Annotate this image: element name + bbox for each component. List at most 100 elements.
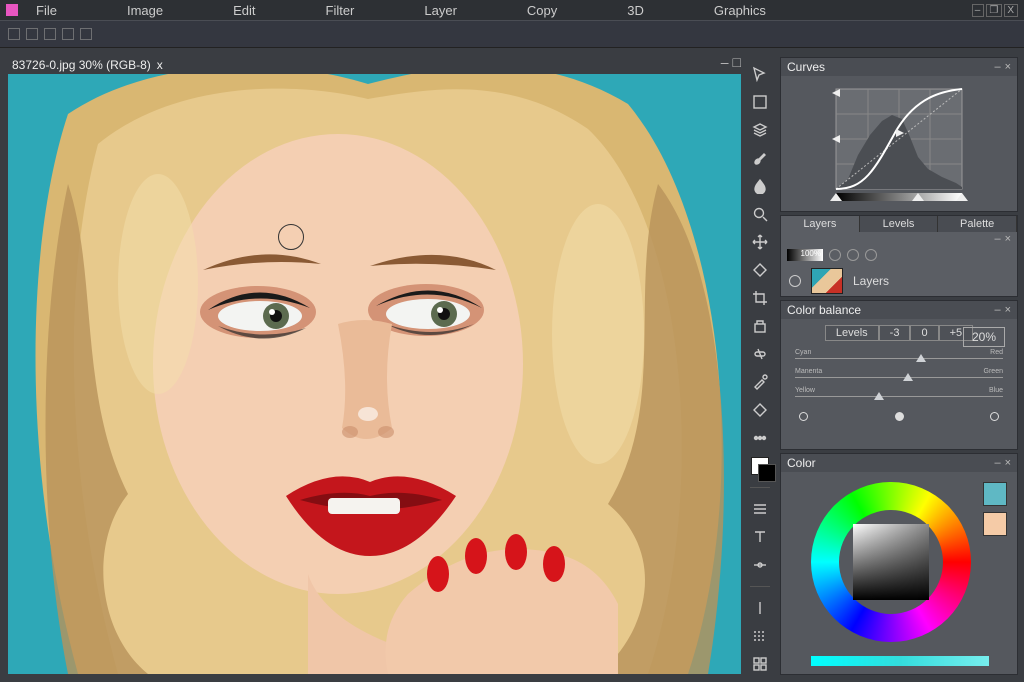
doc-minimize-icon[interactable]: –	[721, 56, 729, 72]
move-tool-icon[interactable]	[751, 65, 769, 83]
shadows-dot[interactable]	[799, 412, 808, 421]
menu-image[interactable]: Image	[127, 3, 163, 18]
sv-box[interactable]	[853, 524, 929, 600]
panel-title: Curves	[787, 60, 825, 74]
panel-title-bar[interactable]: Color –×	[781, 454, 1017, 472]
opacity-input[interactable]: 100%	[787, 249, 823, 261]
eraser-tool-icon[interactable]	[751, 401, 769, 419]
marquee-tool-icon[interactable]	[751, 93, 769, 111]
brush-cursor-icon	[278, 224, 304, 250]
panel-title: Color	[787, 456, 816, 470]
clone-tool-icon[interactable]	[751, 317, 769, 335]
bucket-tool-icon[interactable]	[751, 261, 769, 279]
crop-tool-icon[interactable]	[751, 289, 769, 307]
doc-maximize-icon[interactable]: □	[733, 56, 741, 72]
layer-thumbnail	[811, 268, 843, 294]
panel-close-icon[interactable]: ×	[1005, 304, 1011, 316]
text-tool-icon[interactable]	[751, 528, 769, 546]
panel-title-bar[interactable]: Color balance –×	[781, 301, 1017, 319]
layer-row[interactable]: Layers	[781, 264, 1017, 298]
slider-track	[795, 377, 1003, 378]
menu-edit[interactable]: Edit	[233, 3, 255, 18]
highlights-dot[interactable]	[990, 412, 999, 421]
blur-tool-icon[interactable]	[751, 177, 769, 195]
close-button[interactable]: X	[1004, 4, 1018, 17]
panel-minimize-icon[interactable]: –	[994, 233, 1000, 245]
menu-bar: File Image Edit Filter Layer Copy 3D Gra…	[0, 0, 1024, 20]
tone-range-dots	[781, 406, 1017, 421]
option-icon[interactable]	[26, 28, 38, 40]
color-swatches	[983, 482, 1007, 536]
layers-panel: Layers Levels Palette –× 100% Layers	[780, 215, 1018, 297]
tab-levels[interactable]: Levels	[860, 216, 939, 232]
panel-minimize-icon[interactable]: –	[994, 61, 1000, 73]
hue-strip[interactable]	[811, 656, 989, 666]
color-panel: Color –×	[780, 453, 1018, 675]
more-tools-icon[interactable]	[751, 429, 769, 447]
line-tool-icon[interactable]	[751, 599, 769, 617]
option-icon[interactable]	[62, 28, 74, 40]
menu-layer[interactable]: Layer	[424, 3, 457, 18]
panel-close-icon[interactable]: ×	[1005, 233, 1011, 245]
slider-knob[interactable]	[916, 354, 926, 362]
tab-palette[interactable]: Palette	[938, 216, 1017, 232]
menu-items: File Image Edit Filter Layer Copy 3D Gra…	[36, 3, 766, 18]
gradient-tool-icon[interactable]	[751, 627, 769, 645]
close-tab-icon[interactable]: x	[157, 58, 163, 72]
option-icon[interactable]	[8, 28, 20, 40]
panel-minimize-icon[interactable]: –	[994, 457, 1000, 469]
document-tab[interactable]: 83726-0.jpg 30% (RGB-8) x	[12, 58, 163, 72]
tab-layers[interactable]: Layers	[781, 216, 860, 232]
slider-label: Blue	[989, 387, 1003, 394]
sliders: Cyan Red Manenta Green Yellow Blue	[781, 345, 1017, 403]
panel-tabs: Layers Levels Palette	[781, 216, 1017, 232]
slider-cyan-red[interactable]: Cyan Red	[795, 349, 1003, 365]
layers-icon[interactable]	[751, 121, 769, 139]
grid-icon[interactable]	[751, 655, 769, 673]
layer-name[interactable]: Layers	[853, 274, 889, 288]
menu-3d[interactable]: 3D	[627, 3, 644, 18]
menu-file[interactable]: File	[36, 3, 57, 18]
horizon-icon[interactable]	[751, 556, 769, 574]
slider-knob[interactable]	[903, 373, 913, 381]
slider-yellow-blue[interactable]: Yellow Blue	[795, 387, 1003, 403]
option-icon[interactable]	[80, 28, 92, 40]
percent-box[interactable]: 20%	[963, 327, 1005, 347]
separator	[750, 487, 770, 488]
levels-value[interactable]: 0	[910, 325, 938, 341]
slider-track	[795, 358, 1003, 359]
swatch-a[interactable]	[983, 482, 1007, 506]
curves-graph[interactable]	[781, 76, 1017, 211]
panel-close-icon[interactable]: ×	[1005, 457, 1011, 469]
panel-minimize-icon[interactable]: –	[994, 304, 1000, 316]
visibility-toggle-icon[interactable]	[789, 275, 801, 287]
fx-icon[interactable]	[865, 249, 877, 261]
slider-knob[interactable]	[874, 392, 884, 400]
move-arrows-icon[interactable]	[751, 233, 769, 251]
zoom-tool-icon[interactable]	[751, 205, 769, 223]
levels-value[interactable]: -3	[879, 325, 911, 341]
tool-strip	[746, 57, 774, 677]
options-bar	[0, 20, 1024, 48]
swatch-b[interactable]	[983, 512, 1007, 536]
heal-tool-icon[interactable]	[751, 345, 769, 363]
window-controls: – ❐ X	[972, 4, 1018, 17]
mask-icon[interactable]	[847, 249, 859, 261]
slider-magenta-green[interactable]: Manenta Green	[795, 368, 1003, 384]
eyedropper-tool-icon[interactable]	[751, 373, 769, 391]
menu-filter[interactable]: Filter	[326, 3, 355, 18]
color-swatch-icon[interactable]	[751, 457, 769, 475]
option-icon[interactable]	[44, 28, 56, 40]
panel-close-icon[interactable]: ×	[1005, 61, 1011, 73]
midtones-dot[interactable]	[895, 412, 904, 421]
slider-track	[795, 396, 1003, 397]
adjustment-icon[interactable]	[829, 249, 841, 261]
menu-graphics[interactable]: Graphics	[714, 3, 766, 18]
minimize-button[interactable]: –	[972, 4, 985, 17]
brush-tool-icon[interactable]	[751, 149, 769, 167]
align-icon[interactable]	[751, 500, 769, 518]
panel-title-bar[interactable]: Curves –×	[781, 58, 1017, 76]
menu-copy[interactable]: Copy	[527, 3, 557, 18]
maximize-button[interactable]: ❐	[986, 4, 1002, 17]
canvas[interactable]	[8, 74, 741, 674]
